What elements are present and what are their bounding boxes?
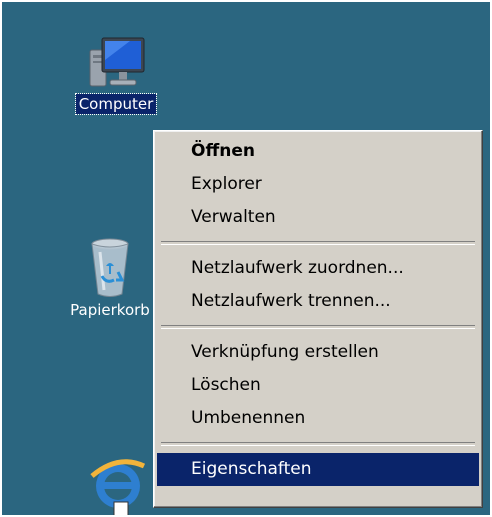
- menu-item-delete[interactable]: Löschen: [157, 369, 479, 402]
- menu-separator: [161, 241, 475, 245]
- internet-explorer-icon: [84, 452, 148, 515]
- menu-item-properties[interactable]: Eigenschaften: [157, 453, 479, 486]
- desktop-icon-label: Papierkorb: [70, 301, 150, 319]
- menu-item-map-network-drive[interactable]: Netzlaufwerk zuordnen...: [157, 252, 479, 285]
- recycle-bin-icon: [78, 236, 142, 300]
- context-menu: Öffnen Explorer Verwalten Netzlaufwerk z…: [153, 130, 483, 508]
- desktop-icon-label: Computer: [74, 93, 158, 115]
- menu-separator: [161, 442, 475, 446]
- menu-item-disconnect-network-drive[interactable]: Netzlaufwerk trennen...: [157, 285, 479, 318]
- computer-monitor-icon: [84, 30, 148, 94]
- desktop-icon-recycle-bin[interactable]: Papierkorb: [50, 236, 170, 320]
- menu-item-rename[interactable]: Umbenennen: [157, 402, 479, 435]
- menu-item-explorer[interactable]: Explorer: [157, 168, 479, 201]
- menu-item-manage[interactable]: Verwalten: [157, 201, 479, 234]
- desktop[interactable]: Computer Papierkorb Öffnen Explorer Verw…: [2, 2, 490, 515]
- desktop-icon-computer[interactable]: Computer: [56, 30, 176, 115]
- menu-item-create-shortcut[interactable]: Verknüpfung erstellen: [157, 336, 479, 369]
- menu-item-open[interactable]: Öffnen: [157, 135, 479, 168]
- menu-separator: [161, 325, 475, 329]
